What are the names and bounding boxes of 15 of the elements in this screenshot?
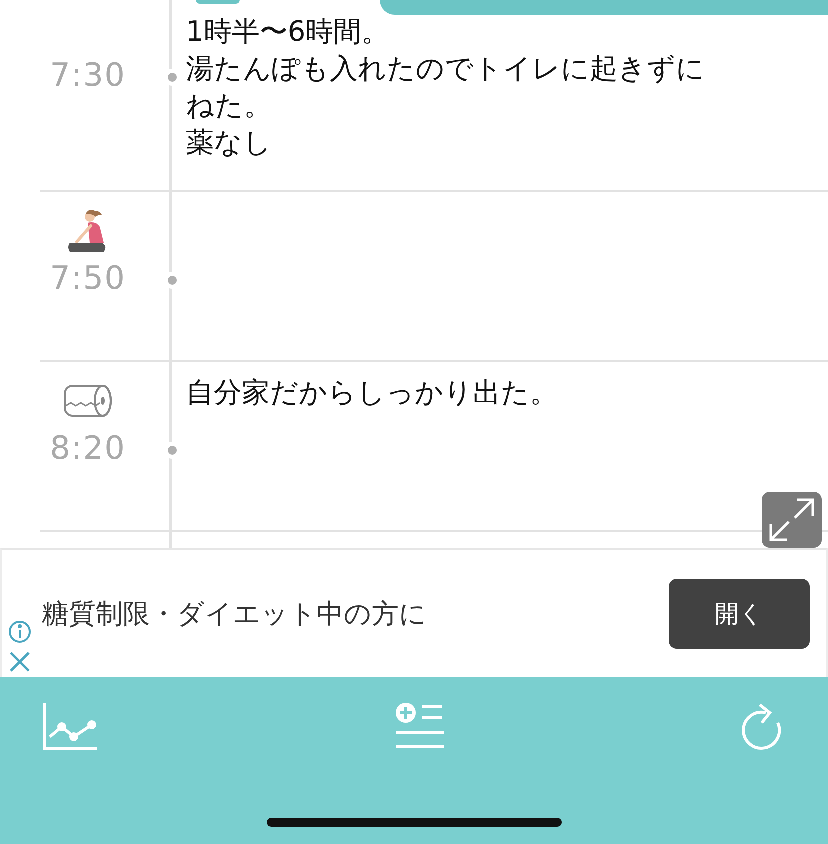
entry-time: 8:20 [50,428,126,469]
info-icon[interactable] [8,620,32,644]
open-button[interactable]: 開く [669,578,810,648]
chart-icon[interactable] [42,701,98,751]
ad-text: 糖質制限・ダイエット中の方に [42,598,428,632]
entry-note: 自分家だからしっかり出た。 [186,375,558,411]
add-list-icon[interactable] [394,701,446,751]
entry-time: 7:50 [50,258,126,299]
entry-note: 薬なし [186,125,272,161]
entry-note: 湯たんぽも入れたのでトイレに起きずにねた。 [186,51,706,124]
toilet-paper-icon [63,384,113,418]
close-icon[interactable] [8,650,32,674]
entry-time: 7:30 [50,55,126,96]
expand-button[interactable] [762,492,822,548]
entry-note: 1時半〜6時間。 [186,14,390,50]
